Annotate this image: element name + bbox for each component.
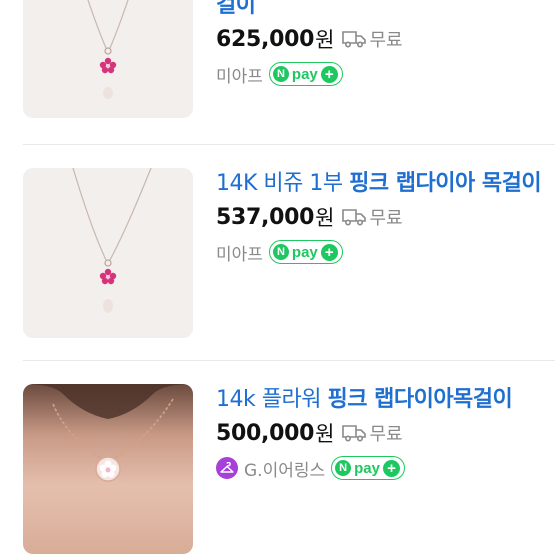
npay-badge: N pay + [331, 456, 405, 480]
price-currency: 원 [315, 28, 335, 52]
plus-icon: + [383, 459, 400, 477]
npay-label: pay [291, 243, 318, 261]
delivery-truck-icon [342, 425, 367, 442]
delivery-truck-icon [342, 31, 367, 48]
price-currency: 원 [315, 206, 335, 230]
product-image-necklace[interactable] [23, 0, 193, 118]
product-image-necklace[interactable] [23, 384, 193, 554]
divider [23, 360, 555, 361]
title-keyword: 핑크 랩다이아 목걸이 [349, 171, 542, 196]
naver-n-icon: N [335, 460, 352, 476]
hanger-icon [216, 457, 238, 479]
shipping-label: 무료 [369, 30, 403, 51]
title-keyword: 핑크 랩다이아목걸이 [327, 387, 513, 412]
seller-name[interactable]: 미아프 [216, 240, 263, 265]
product-title[interactable]: 14k 플라워 핑크 랩다이아목걸이 [216, 384, 546, 415]
naver-n-icon: N [272, 66, 289, 82]
title-keyword: 걸이 [216, 0, 256, 18]
shipping-info: 무료 [342, 204, 403, 230]
product-image-necklace[interactable] [23, 168, 193, 338]
plus-icon: + [320, 243, 338, 261]
shipping-label: 무료 [369, 208, 403, 229]
npay-badge: N pay + [268, 62, 343, 86]
shipping-info: 무료 [342, 420, 403, 446]
title-text: 14k 플라워 [216, 387, 328, 412]
product-title[interactable]: 14K 비쥬 1부 핑크 랩다이아 목걸이 [216, 168, 546, 199]
shipping-info: 무료 [342, 26, 403, 52]
price-currency: 원 [315, 422, 335, 446]
npay-label: pay [291, 65, 318, 83]
title-text: 14K 비쥬 1부 [216, 171, 350, 196]
npay-badge: N pay + [268, 240, 343, 264]
shipping-label: 무료 [369, 424, 403, 445]
seller-name[interactable]: 미아프 [216, 62, 263, 87]
seller-name[interactable]: G.이어링스 [244, 456, 325, 481]
npay-label: pay [354, 459, 380, 477]
naver-n-icon: N [272, 244, 289, 260]
product-title[interactable]: 걸이 [216, 0, 546, 21]
price: 537,000 [216, 204, 315, 230]
price: 625,000 [216, 26, 315, 52]
delivery-truck-icon [342, 209, 367, 226]
price: 500,000 [216, 420, 315, 446]
divider [23, 144, 555, 145]
plus-icon: + [320, 65, 338, 83]
